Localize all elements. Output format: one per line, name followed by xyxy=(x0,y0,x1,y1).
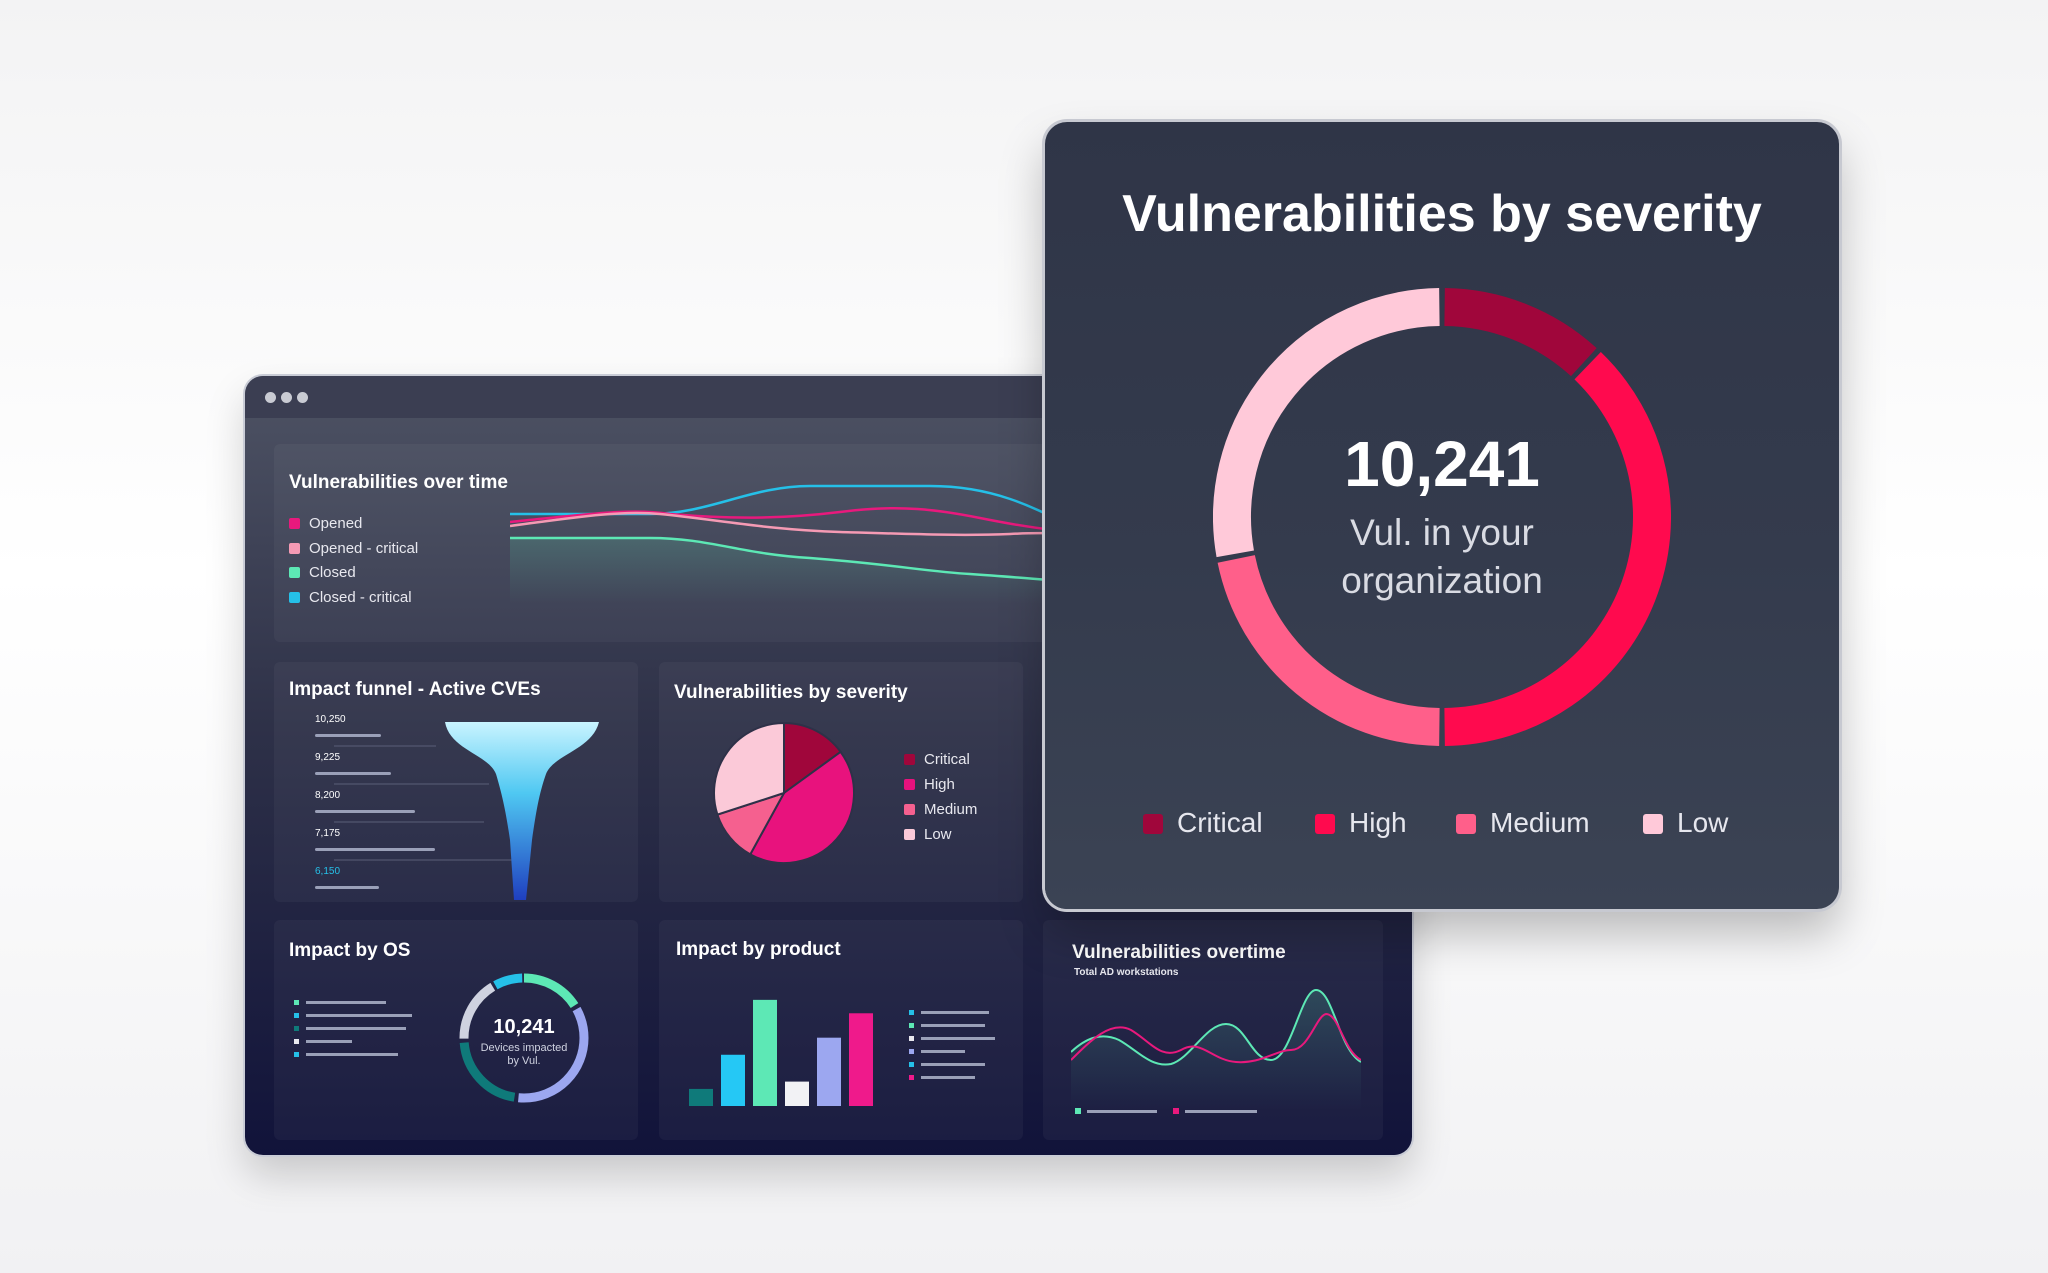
panel-subtitle: Total AD workstations xyxy=(1074,967,1179,978)
legend-label-opened: Opened xyxy=(309,515,363,532)
panel-vulnerabilities-by-severity-small[interactable]: Vulnerabilities by severity Critical Hig… xyxy=(659,662,1023,902)
over-time-line-chart xyxy=(510,484,1085,604)
legend-swatch-high xyxy=(1315,814,1335,834)
legend-label-medium: Medium xyxy=(924,801,978,818)
panel-impact-funnel[interactable]: Impact funnel - Active CVEs 10,250 9,225… xyxy=(274,662,638,902)
closed-area xyxy=(510,538,1085,604)
os-legend-list xyxy=(294,1000,412,1057)
panel-title: Impact by OS xyxy=(289,940,411,961)
legend-label-high: High xyxy=(924,776,955,793)
panel-impact-by-product[interactable]: Impact by product xyxy=(659,920,1023,1140)
legend-label-low: Low xyxy=(1677,807,1729,838)
os-donut-value: 10,241 xyxy=(493,1016,555,1038)
severity-pie-chart xyxy=(713,721,855,864)
legend-swatch-closed-critical xyxy=(289,592,300,603)
funnel-shape xyxy=(445,722,599,900)
window-close-control[interactable] xyxy=(265,392,276,403)
legend-swatch-low xyxy=(1643,814,1663,834)
legend-label-closed-critical: Closed - critical xyxy=(309,589,412,606)
panel-title: Vulnerabilities by severity xyxy=(674,682,908,703)
legend-label-closed: Closed xyxy=(309,564,356,581)
overtime-legend xyxy=(1075,1108,1257,1114)
overtime-line-chart xyxy=(1071,988,1361,1110)
legend-swatch-critical xyxy=(904,754,915,765)
product-bar xyxy=(753,999,777,1106)
donut-segment-critical xyxy=(1444,288,1597,377)
legend-label-opened-critical: Opened - critical xyxy=(309,540,419,557)
legend-label-medium: Medium xyxy=(1490,807,1590,838)
panel-vulnerabilities-overtime[interactable]: Vulnerabilities overtime Total AD workst… xyxy=(1043,920,1383,1140)
series-line-opened xyxy=(510,506,1085,534)
donut-center-caption: organization xyxy=(1341,560,1543,601)
card-title: Vulnerabilities by severity xyxy=(1122,185,1762,243)
donut-center-value: 10,241 xyxy=(1344,428,1540,500)
product-bar xyxy=(849,1013,873,1106)
donut-center-caption: Vul. in your xyxy=(1350,512,1534,553)
product-bar xyxy=(689,1088,713,1106)
os-donut-caption: by Vul. xyxy=(507,1055,541,1067)
product-bar xyxy=(785,1081,809,1106)
legend-swatch-closed xyxy=(289,567,300,578)
panel-title: Impact by product xyxy=(676,939,841,960)
legend-label-low: Low xyxy=(924,826,952,843)
os-donut-caption: Devices impacted xyxy=(480,1042,568,1054)
panel-vulnerabilities-over-time[interactable]: Vulnerabilities over time Opened Opened … xyxy=(274,444,1085,642)
overtime-area xyxy=(1071,990,1361,1110)
legend-swatch-opened-critical xyxy=(289,543,300,554)
legend-swatch-low xyxy=(904,829,915,840)
legend-swatch-opened xyxy=(289,518,300,529)
product-bar-chart xyxy=(689,999,873,1106)
panel-impact-by-os[interactable]: Impact by OS 10,241 Devices impacted by … xyxy=(274,920,638,1140)
funnel-chart xyxy=(334,722,599,900)
legend-label-high: High xyxy=(1349,807,1407,838)
legend-swatch-critical xyxy=(1143,814,1163,834)
legend-label-critical: Critical xyxy=(1177,807,1263,838)
product-legend-list xyxy=(909,1010,995,1080)
severity-card[interactable]: Vulnerabilities by severity 10,241 Vul. … xyxy=(1045,122,1839,909)
legend-swatch-high xyxy=(904,779,915,790)
product-bar xyxy=(817,1037,841,1106)
legend-swatch-medium xyxy=(1456,814,1476,834)
panel-title: Vulnerabilities over time xyxy=(289,472,508,493)
window-minimize-control[interactable] xyxy=(281,392,292,403)
legend-label-critical: Critical xyxy=(924,751,970,768)
panel-title: Vulnerabilities overtime xyxy=(1072,942,1286,963)
legend-swatch-medium xyxy=(904,804,915,815)
series-line-closed-critical xyxy=(510,484,1085,536)
product-bar xyxy=(721,1054,745,1106)
window-maximize-control[interactable] xyxy=(297,392,308,403)
